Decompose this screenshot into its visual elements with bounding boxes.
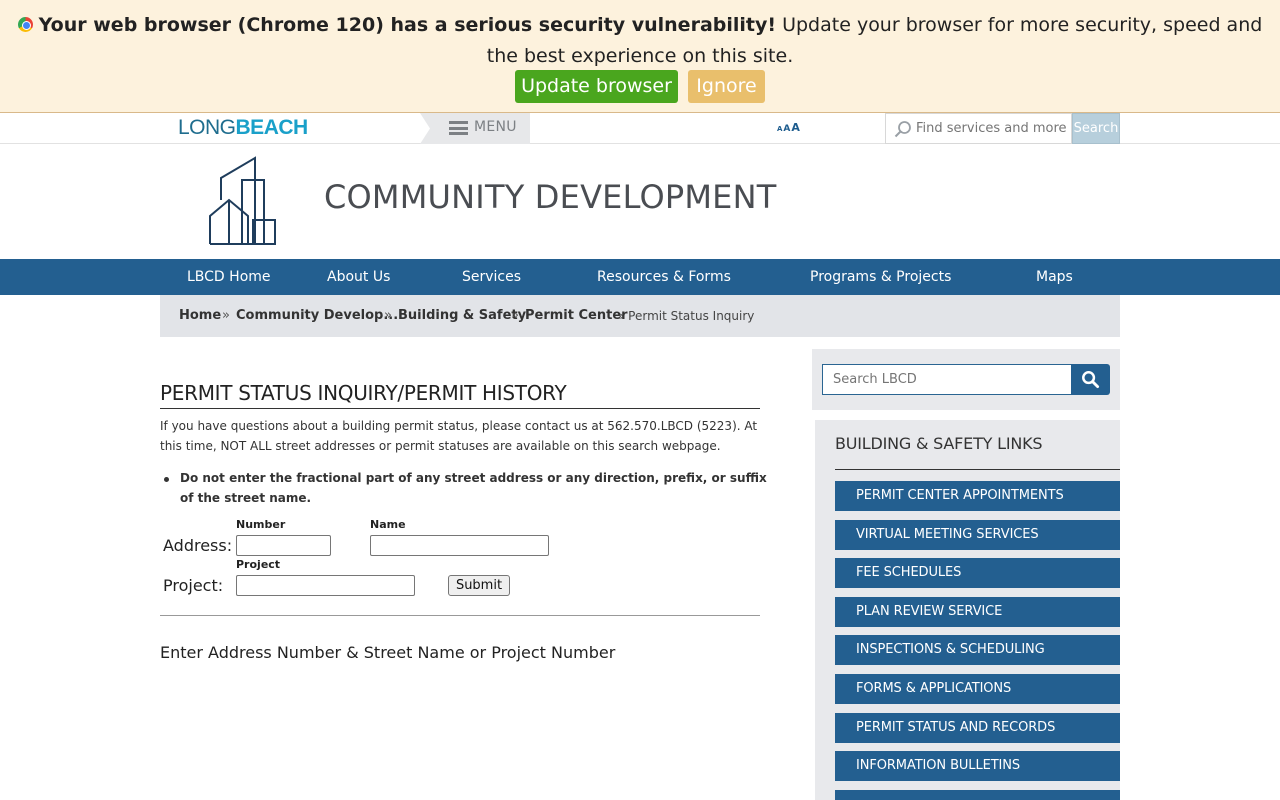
instruction-list: Do not enter the fractional part of any … xyxy=(164,469,770,508)
menu-label[interactable]: MENU xyxy=(474,119,517,135)
divider xyxy=(160,615,760,616)
banner-warning: Your web browser (Chrome 120) has a seri… xyxy=(38,14,777,36)
breadcrumb-community-development[interactable]: Community Develop... xyxy=(236,295,398,337)
sidebar-link-fee-schedules[interactable]: FEE SCHEDULES xyxy=(835,558,1120,588)
instruction-note: Do not enter the fractional part of any … xyxy=(180,471,767,505)
intro-text: If you have questions about a building p… xyxy=(160,419,758,453)
font-size-medium[interactable]: A xyxy=(783,124,790,134)
results-message: Enter Address Number & Street Name or Pr… xyxy=(160,643,616,662)
breadcrumb-separator: » xyxy=(222,308,230,323)
font-size-controls[interactable]: AAA xyxy=(777,121,801,134)
sidebar-link-information-bulletins[interactable]: INFORMATION BULLETINS xyxy=(835,751,1120,781)
address-label: Address: xyxy=(163,536,233,555)
sidebar-link-virtual-meeting-services[interactable]: VIRTUAL MEETING SERVICES xyxy=(835,520,1120,550)
update-browser-button[interactable]: Update browser xyxy=(515,70,678,103)
browser-update-banner: Your web browser (Chrome 120) has a seri… xyxy=(0,0,1280,113)
sidebar-link-inspections-scheduling[interactable]: INSPECTIONS & SCHEDULING xyxy=(835,635,1120,665)
sidebar-link-plan-review-service[interactable]: PLAN REVIEW SERVICE xyxy=(835,597,1120,627)
font-size-small[interactable]: A xyxy=(777,125,782,133)
sidebar-search-button[interactable] xyxy=(1071,364,1110,395)
sidebar-link-permit-center-appointments[interactable]: PERMIT CENTER APPOINTMENTS xyxy=(835,481,1120,511)
breadcrumb-current: » Permit Status Inquiry xyxy=(617,309,755,323)
nav-about-us[interactable]: About Us xyxy=(327,259,390,295)
main-nav: LBCD Home About Us Services Resources & … xyxy=(0,259,1280,295)
project-label: Project: xyxy=(163,576,224,595)
long-beach-logo[interactable]: LONGBEACH xyxy=(178,117,308,139)
nav-services[interactable]: Services xyxy=(462,259,521,295)
breadcrumb-separator: » xyxy=(384,308,392,323)
breadcrumb: Home » Community Develop... » Building &… xyxy=(160,295,1120,337)
search-icon xyxy=(1082,371,1100,389)
project-small-label: Project xyxy=(236,558,281,571)
search-icon xyxy=(894,121,911,138)
nav-programs-projects[interactable]: Programs & Projects xyxy=(810,259,951,295)
sidebar-link-forms-applications[interactable]: FORMS & APPLICATIONS xyxy=(835,674,1120,704)
font-size-large[interactable]: A xyxy=(791,121,800,134)
chrome-icon xyxy=(17,17,33,32)
hamburger-icon[interactable] xyxy=(449,121,468,135)
breadcrumb-separator: » xyxy=(511,308,519,323)
site-title[interactable]: COMMUNITY DEVELOPMENT xyxy=(324,178,776,216)
utility-bar: LONGBEACH MENU AAA Search xyxy=(0,113,1280,144)
address-number-input[interactable] xyxy=(236,535,331,556)
sidebar-title: BUILDING & SAFETY LINKS xyxy=(835,434,1120,470)
site-search-button[interactable]: Search xyxy=(1072,113,1120,144)
name-label: Name xyxy=(370,518,406,531)
submit-button[interactable]: Submit xyxy=(448,575,510,596)
project-number-input[interactable] xyxy=(236,575,415,596)
bullet-icon xyxy=(164,477,169,482)
nav-maps[interactable]: Maps xyxy=(1036,259,1073,295)
sidebar-link-permit-status-records[interactable]: PERMIT STATUS AND RECORDS xyxy=(835,713,1120,743)
number-label: Number xyxy=(236,518,286,531)
sidebar-search-input[interactable] xyxy=(822,364,1072,395)
site-header: COMMUNITY DEVELOPMENT xyxy=(0,144,1280,259)
page-title: PERMIT STATUS INQUIRY/PERMIT HISTORY xyxy=(160,381,760,409)
breadcrumb-permit-center[interactable]: Permit Center xyxy=(525,295,628,337)
breadcrumb-building-safety[interactable]: Building & Safety xyxy=(398,295,526,337)
site-search-input[interactable] xyxy=(916,114,1066,143)
sidebar-link-partial[interactable] xyxy=(835,790,1120,800)
nav-resources-forms[interactable]: Resources & Forms xyxy=(597,259,731,295)
ignore-button[interactable]: Ignore xyxy=(688,70,765,103)
street-name-input[interactable] xyxy=(370,535,549,556)
banner-message: Your web browser (Chrome 120) has a seri… xyxy=(0,10,1280,72)
breadcrumb-home[interactable]: Home xyxy=(179,295,221,337)
nav-lbcd-home[interactable]: LBCD Home xyxy=(187,259,271,295)
site-search-box xyxy=(885,113,1072,144)
buildings-logo-icon[interactable] xyxy=(207,156,279,248)
